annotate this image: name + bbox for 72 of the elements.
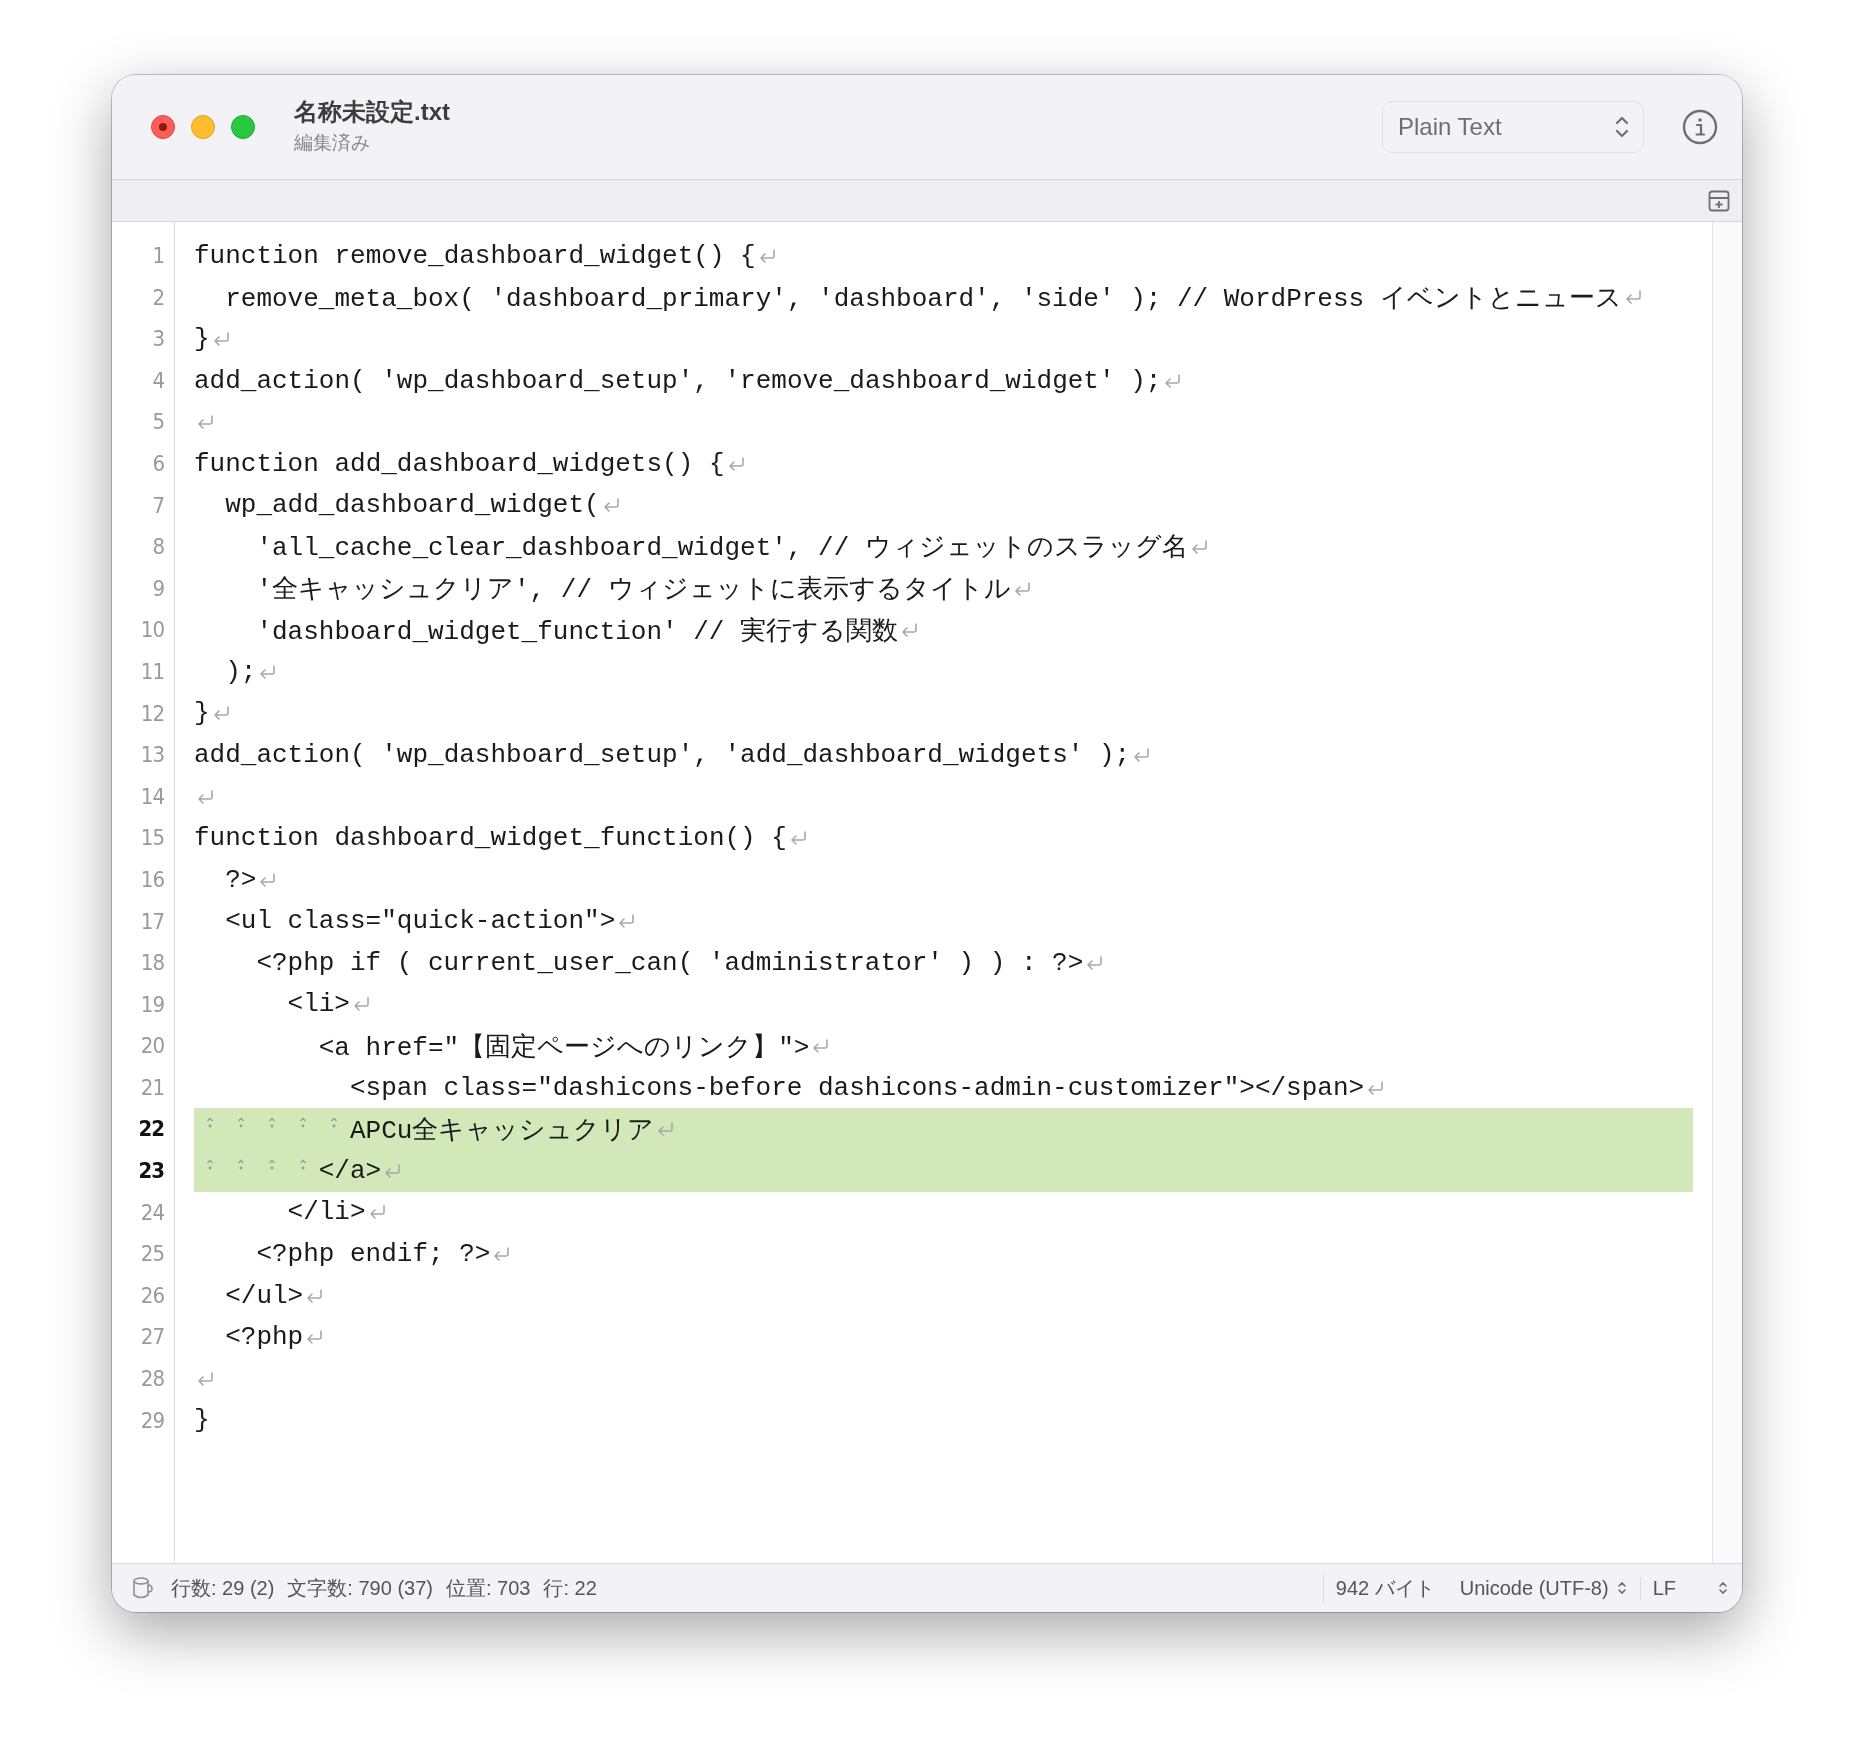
line-number: 13 xyxy=(139,741,165,770)
code-text: <ul class="quick-action"> xyxy=(225,906,616,937)
code-text: wp_add_dashboard_widget( xyxy=(225,490,600,521)
code-text: remove_meta_box( 'dashboard_primary', 'dashboard', 'side' ); // WordPress イベントとニュース xyxy=(225,282,1622,315)
line-number: 3 xyxy=(151,325,165,354)
code-text: </li> xyxy=(287,1197,366,1228)
line-number: 6 xyxy=(151,449,165,478)
chevron-updown-icon xyxy=(1718,1580,1728,1596)
line-number: 11 xyxy=(139,657,165,686)
code-text: <?php xyxy=(225,1322,304,1353)
status-popup[interactable]: LF xyxy=(1639,1576,1728,1600)
code-text: add_action( 'wp_dashboard_setup', 'add_dashboard_widgets' ); xyxy=(194,739,1131,770)
line-number: 27 xyxy=(139,1323,165,1352)
code-text: 'dashboard_widget_function' // 実行する関数 xyxy=(256,615,899,648)
code-text: } xyxy=(194,324,210,354)
line-number: 12 xyxy=(139,699,165,728)
line-number: 10 xyxy=(139,616,165,645)
code-text: <span class="dashicons-before dashicons-admin-customizer"></span> xyxy=(349,1072,1365,1103)
line-number: 23 xyxy=(137,1157,165,1186)
line-number: 14 xyxy=(139,782,165,811)
status-text: 行: 22 xyxy=(543,1575,597,1601)
zoom-button[interactable] xyxy=(231,115,255,139)
code-text: function dashboard_widget_function() { xyxy=(194,823,787,854)
chevron-updown-icon xyxy=(1616,1580,1627,1596)
line-number: 5 xyxy=(151,408,165,437)
document-status: 編集済み xyxy=(294,131,371,155)
code-text: function remove_dashboard_widget() { xyxy=(194,240,756,271)
line-number: 8 xyxy=(151,533,165,562)
syntax-popup[interactable]: Plain Text xyxy=(1382,101,1644,153)
status-text: 位置: 703 xyxy=(445,1575,531,1601)
window-title: 名称未設定.txt xyxy=(294,97,450,127)
line-number: 7 xyxy=(151,491,165,520)
line-number: 20 xyxy=(139,1032,165,1061)
line-number: 21 xyxy=(139,1073,165,1102)
code-text: </ul> xyxy=(225,1280,304,1311)
close-button[interactable] xyxy=(151,115,175,139)
code-text: 'all_cache_clear_dashboard_widget', // ウィジェットのスラッグ名 xyxy=(256,532,1188,565)
code-text: <li> xyxy=(287,989,350,1020)
code-text: function add_dashboard_widgets() { xyxy=(194,448,725,479)
line-number: 29 xyxy=(139,1406,165,1435)
line-number: 2 xyxy=(151,283,165,312)
code-text: <a href="【固定ページへのリンク】"> xyxy=(318,1031,810,1064)
line-number: 26 xyxy=(139,1281,165,1310)
line-number: 9 xyxy=(151,574,165,603)
line-number: 28 xyxy=(139,1365,165,1394)
code-text: <?php if ( current_user_can( 'administrator' ) ) : ?> xyxy=(256,947,1084,978)
chevron-updown-icon xyxy=(1615,114,1629,140)
line-number: 17 xyxy=(139,907,165,936)
line-number: 4 xyxy=(151,366,165,395)
line-number: 16 xyxy=(139,865,165,894)
split-view-icon[interactable] xyxy=(1708,189,1730,212)
line-number: 18 xyxy=(139,949,165,978)
status-text: 文字数: 790 (37) xyxy=(287,1575,433,1601)
status-popup[interactable]: Unicode (UTF-8) xyxy=(1447,1576,1627,1600)
code-text: '全キャッシュクリア', // ウィジェットに表示するタイトル xyxy=(256,574,1011,607)
info-icon[interactable] xyxy=(1682,109,1718,145)
code-text: APCu全キャッシュクリア xyxy=(349,1114,655,1147)
file-size-text: 942 バイト xyxy=(1322,1574,1435,1602)
code-text: add_action( 'wp_dashboard_setup', 'remove_dashboard_widget' ); xyxy=(194,365,1162,396)
line-number: 1 xyxy=(151,242,165,270)
code-text: } xyxy=(194,698,210,729)
status-text: 行数: 29 (2) xyxy=(171,1575,275,1601)
code-text: ?> xyxy=(225,864,257,895)
code-text: ); xyxy=(225,656,257,687)
line-number: 22 xyxy=(137,1115,165,1144)
line-number: 19 xyxy=(139,990,165,1019)
code-text: } xyxy=(194,1405,210,1436)
code-text: </a> xyxy=(318,1155,382,1186)
line-number: 25 xyxy=(139,1240,165,1269)
line-number: 24 xyxy=(139,1198,165,1227)
code-text: <?php endif; ?> xyxy=(256,1239,491,1270)
line-number: 15 xyxy=(139,824,165,853)
